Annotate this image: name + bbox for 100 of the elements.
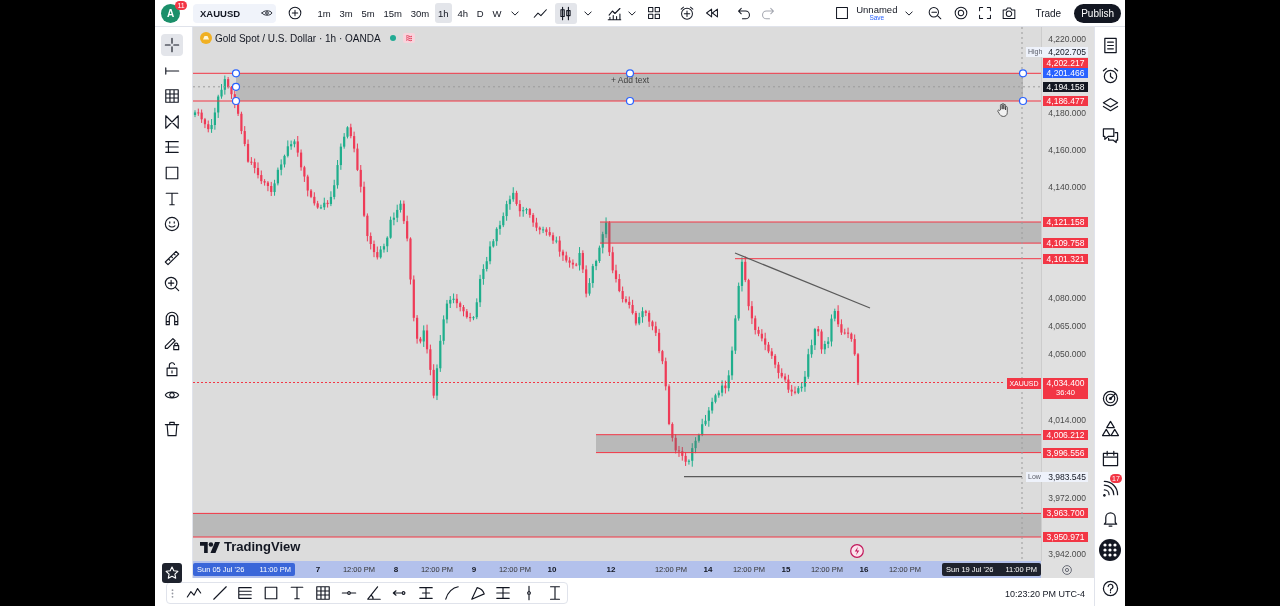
horizontal-lines-icon[interactable]	[237, 585, 254, 601]
price-tick-label: 4,160.000	[1048, 145, 1086, 156]
price-level-label: 4,109.758	[1043, 238, 1088, 249]
resize-handle[interactable]	[1018, 69, 1028, 78]
target-icon[interactable]	[1101, 390, 1119, 407]
pencil-lock-icon	[163, 335, 180, 352]
chevron-down-icon[interactable]	[583, 10, 592, 16]
coin-icon	[200, 32, 212, 44]
crosshair-icon	[163, 37, 180, 53]
selected-rectangle[interactable]	[193, 72, 1041, 102]
publish-button[interactable]: Publish	[1074, 3, 1121, 23]
clock-time[interactable]: 10:23:20 PM UTC-4	[1004, 584, 1085, 604]
price-level-label: 4,201.466	[1043, 68, 1088, 79]
trend-line[interactable]	[734, 252, 871, 309]
search-icon[interactable]	[928, 6, 943, 20]
trend-line-icon[interactable]	[211, 585, 228, 601]
interval-tab[interactable]: 1h	[434, 3, 453, 23]
watchlist-icon[interactable]	[1101, 37, 1119, 54]
symbol-search-button[interactable]: XAUUSD	[193, 3, 276, 23]
chevron-down-icon[interactable]	[627, 10, 636, 16]
interval-tab[interactable]: 5m	[358, 3, 379, 23]
candlestick-icon	[558, 5, 574, 21]
symbol-title: Gold Spot / U.S. Dollar · 1h · OANDA	[215, 32, 381, 44]
angle-icon[interactable]	[366, 585, 383, 601]
price-level-label: 4,121.158	[1043, 216, 1088, 227]
fullscreen-icon[interactable]	[978, 6, 993, 20]
interval-tab[interactable]: 15m	[380, 3, 406, 23]
zoom-in-icon	[163, 275, 180, 292]
shapes-icon[interactable]	[1101, 420, 1119, 437]
grid-icon[interactable]	[314, 585, 331, 601]
grid-icon	[163, 88, 180, 105]
bell-icon[interactable]	[1101, 510, 1119, 527]
fan-icon[interactable]	[469, 585, 486, 601]
time-axis-label: 12	[606, 565, 616, 574]
layout-grid-icon[interactable]	[646, 6, 661, 20]
apps-grid-icon[interactable]	[1099, 539, 1121, 561]
alarm-plus-icon[interactable]	[679, 6, 694, 20]
trade-button[interactable]: Trade	[1031, 3, 1066, 23]
price-level-label: 4,006.212	[1043, 429, 1088, 440]
chevron-down-icon[interactable]	[905, 10, 914, 16]
lightning-icon[interactable]	[850, 544, 864, 558]
last-price: 4,034.400	[1046, 377, 1085, 388]
price-level-label: 4,101.321	[1043, 253, 1088, 264]
calendar-icon[interactable]	[1101, 450, 1119, 467]
ruler-icon	[163, 250, 180, 267]
hand-cursor-icon	[997, 103, 1009, 117]
price-level-label: 3,950.971	[1043, 531, 1088, 542]
channel-icon[interactable]	[417, 585, 434, 601]
camera-icon[interactable]	[1002, 6, 1017, 20]
waves-icon[interactable]	[402, 33, 415, 43]
ring-icon[interactable]	[954, 6, 969, 20]
price-level-label: 3,963.700	[1043, 508, 1088, 519]
logo-mark-icon	[200, 541, 220, 553]
chart-style-button[interactable]	[554, 2, 577, 24]
interval-tab[interactable]: 1m	[314, 3, 335, 23]
undo-icon[interactable]	[736, 6, 751, 20]
time-axis-label: 10	[547, 565, 557, 574]
rectangle-icon[interactable]	[263, 585, 280, 601]
rectangle-icon	[163, 164, 180, 181]
grip-icon[interactable]	[171, 588, 174, 598]
price-tick-label: 4,180.000	[1048, 108, 1086, 119]
add-text-label[interactable]: + Add text	[611, 74, 649, 85]
time-axis-label: 8	[393, 565, 399, 574]
resize-handle[interactable]	[625, 96, 635, 106]
price-tick-label: 4,140.000	[1048, 182, 1086, 193]
interval-tab[interactable]: 30m	[407, 3, 433, 23]
interval-tab[interactable]: 3m	[336, 3, 357, 23]
time-axis-label: 9	[471, 565, 477, 574]
interval-tab[interactable]: 4h	[453, 3, 472, 23]
lock-icon	[163, 360, 180, 377]
resize-handle[interactable]	[625, 69, 635, 78]
text-icon[interactable]	[289, 585, 305, 601]
price-level-label: 4,186.477	[1043, 96, 1088, 107]
levels-icon[interactable]	[495, 585, 512, 601]
interval-tab[interactable]: W	[489, 3, 505, 23]
text-icon	[163, 190, 180, 207]
layers-icon[interactable]	[1101, 97, 1119, 114]
zigzag-icon[interactable]	[185, 585, 202, 601]
chevron-down-icon[interactable]	[510, 10, 519, 16]
price-tick-label: 4,080.000	[1048, 293, 1086, 304]
interval-tab[interactable]: D	[473, 3, 488, 23]
trash-icon	[163, 420, 180, 437]
resize-handle[interactable]	[1018, 96, 1028, 106]
indicators-icon[interactable]	[606, 5, 622, 21]
signal-icon[interactable]	[1101, 480, 1119, 497]
pattern-icon	[163, 113, 180, 130]
price-tick-label: 4,220.000	[1048, 34, 1086, 44]
eye-icon[interactable]	[261, 7, 273, 19]
alarm-clock-icon[interactable]	[1101, 67, 1119, 84]
square-icon[interactable]	[835, 6, 850, 20]
time-axis-label: 15	[781, 565, 791, 574]
time-axis-label: 16	[859, 565, 869, 574]
help-icon[interactable]	[1101, 580, 1119, 597]
price-level-label: 3,996.556	[1043, 447, 1088, 458]
magnet-icon	[163, 309, 180, 326]
layout-name[interactable]: Unnamed	[856, 4, 898, 14]
time-axis-label: 7	[315, 565, 321, 574]
rewind-icon[interactable]	[704, 6, 719, 20]
chat-icon[interactable]	[1101, 127, 1119, 144]
curve-icon[interactable]	[443, 585, 460, 601]
